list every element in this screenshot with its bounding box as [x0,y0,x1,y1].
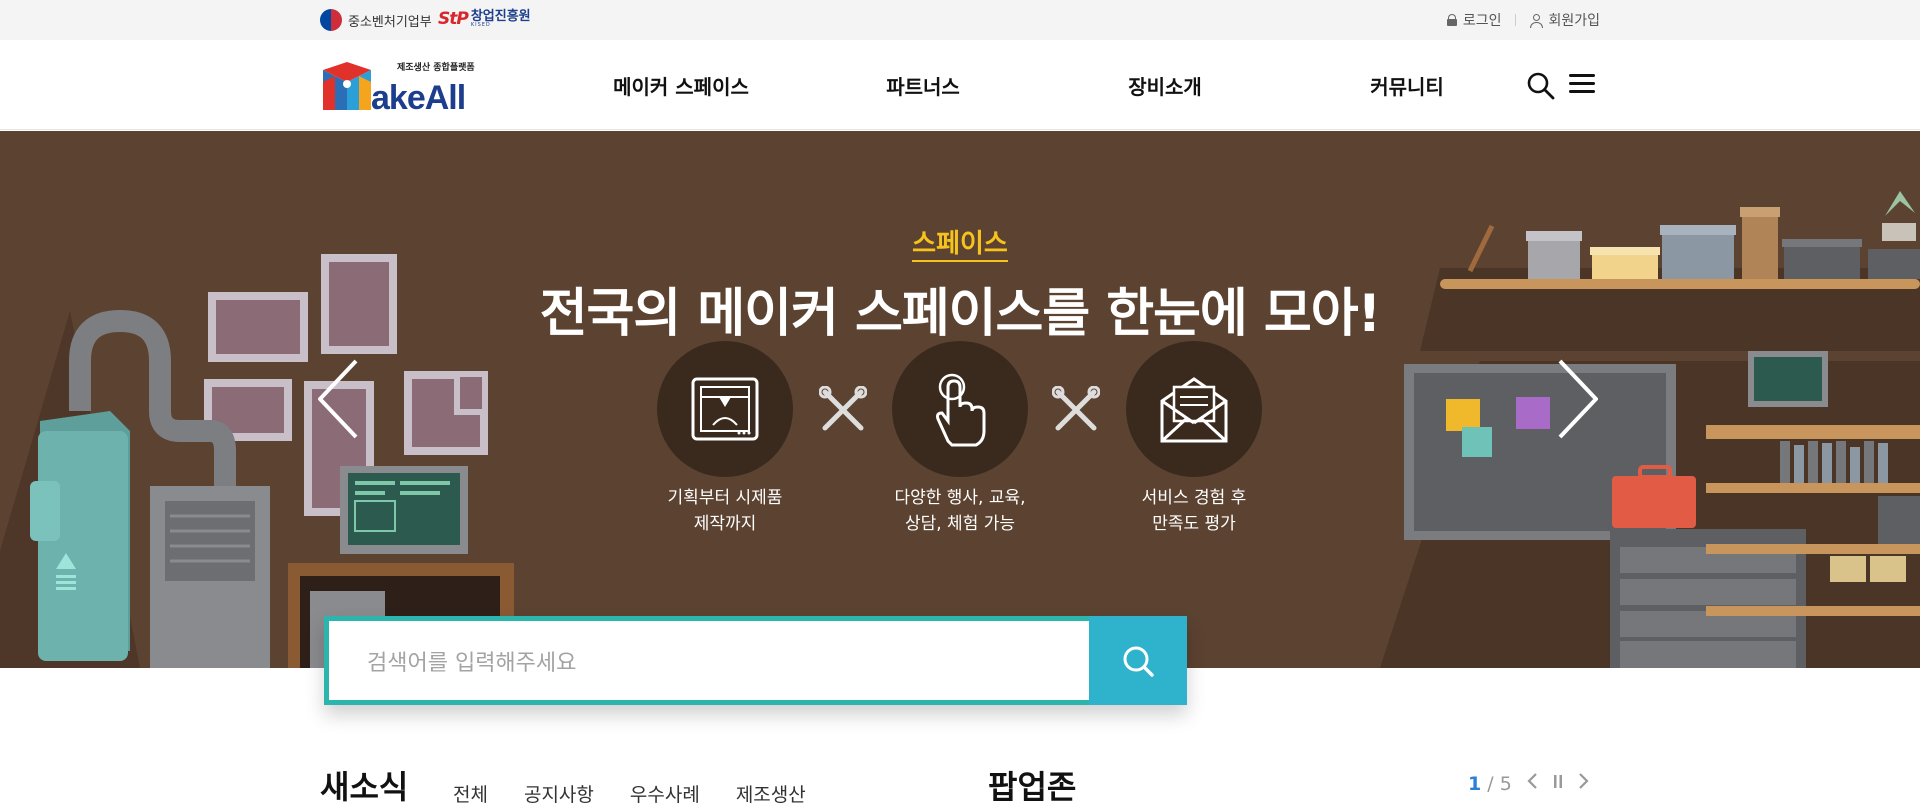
popup-pager: 1 / 5 [1468,772,1590,795]
nav-partners[interactable]: 파트너스 [802,40,1044,130]
taegeuk-emblem-icon [320,9,342,31]
hero-subtitle: 스페이스 [0,223,1920,262]
wrench-cross-icon [1051,385,1101,434]
nav-community[interactable]: 커뮤니티 [1286,40,1528,130]
signup-link[interactable]: 회원가입 [1530,10,1600,30]
news-tabs: 전체 공지사항 우수사례 제조생산 [453,780,806,807]
feature-card-events: 다양한 행사, 교육, 상담, 체험 가능 [860,341,1060,537]
login-link[interactable]: 로그인 [1446,10,1502,30]
hamburger-menu-icon[interactable] [1569,74,1595,96]
lock-icon [1446,14,1457,26]
ministry-name: 중소벤처기업부 [348,14,432,30]
tab-notice[interactable]: 공지사항 [524,780,594,807]
feature-text: 서비스 경험 후 만족도 평가 [1141,488,1247,534]
envelope-letter-icon [1126,341,1262,477]
slide-next-arrow-icon[interactable] [1558,359,1599,439]
tab-manufacturing[interactable]: 제조생산 [736,780,806,807]
current-page: 1 [1468,772,1482,795]
nav-equipment[interactable]: 장비소개 [1044,40,1286,130]
logo-tagline: 제조생산 종합플랫폼 [397,63,475,73]
page-separator: / [1487,772,1494,795]
kised-abbreviation: KISED [470,22,491,28]
search-submit-button[interactable] [1089,616,1187,705]
tab-best-cases[interactable]: 우수사례 [630,780,700,807]
hero-title: 전국의 메이커 스페이스를 한눈에 모아! [539,284,1382,344]
kised-logo-mark: StP [438,9,469,29]
hand-touch-icon [892,341,1028,477]
pause-icon[interactable] [1552,772,1564,795]
ministry-logo[interactable]: 중소벤처기업부 [320,9,432,31]
news-section-title: 새소식 [320,768,409,806]
person-icon [1530,13,1544,28]
search-icon[interactable] [1527,72,1555,100]
signup-label: 회원가입 [1548,13,1600,29]
feature-card-evaluation: 서비스 경험 후 만족도 평가 [1094,341,1294,537]
login-label: 로그인 [1462,13,1502,29]
account-links: 로그인 회원가입 [1446,10,1600,30]
feature-text: 다양한 행사, 교육, 상담, 체험 가능 [894,488,1026,534]
chevron-right-icon[interactable] [1578,772,1590,795]
utility-bar: 중소벤처기업부 StP 창업진흥원 KISED 로그인 회원가입 [0,0,1920,40]
svg-text:akeAll: akeAll [371,79,465,114]
divider [1515,14,1517,26]
nav-maker-space[interactable]: 메이커 스페이스 [560,40,802,130]
tab-all[interactable]: 전체 [453,780,488,807]
3d-printer-icon [657,341,793,477]
feature-text: 기획부터 시제품 제작까지 [667,488,783,534]
search-icon [1123,646,1154,677]
main-search: 검색어를 입력해주세요 [324,616,1187,705]
search-input[interactable]: 검색어를 입력해주세요 [324,616,1089,705]
hero-banner: 스페이스 전국의 메이커 스페이스를 한눈에 모아! 기획부터 시제품 제작까지 [0,131,1920,668]
chevron-left-icon[interactable] [1526,772,1538,795]
slide-prev-arrow-icon[interactable] [317,359,358,439]
kised-logo[interactable]: StP 창업진흥원 KISED [438,9,531,29]
total-pages: 5 [1499,772,1512,795]
popup-zone-title: 팝업존 [988,768,1077,806]
main-nav: 메이커 스페이스 파트너스 장비소개 커뮤니티 [560,40,1528,130]
feature-card-prototyping: 기획부터 시제품 제작까지 [625,341,825,537]
site-logo[interactable]: akeAll 제조생산 종합플랫폼 [323,62,477,117]
site-header: akeAll 제조생산 종합플랫폼 메이커 스페이스 파트너스 장비소개 커뮤니… [0,40,1920,130]
